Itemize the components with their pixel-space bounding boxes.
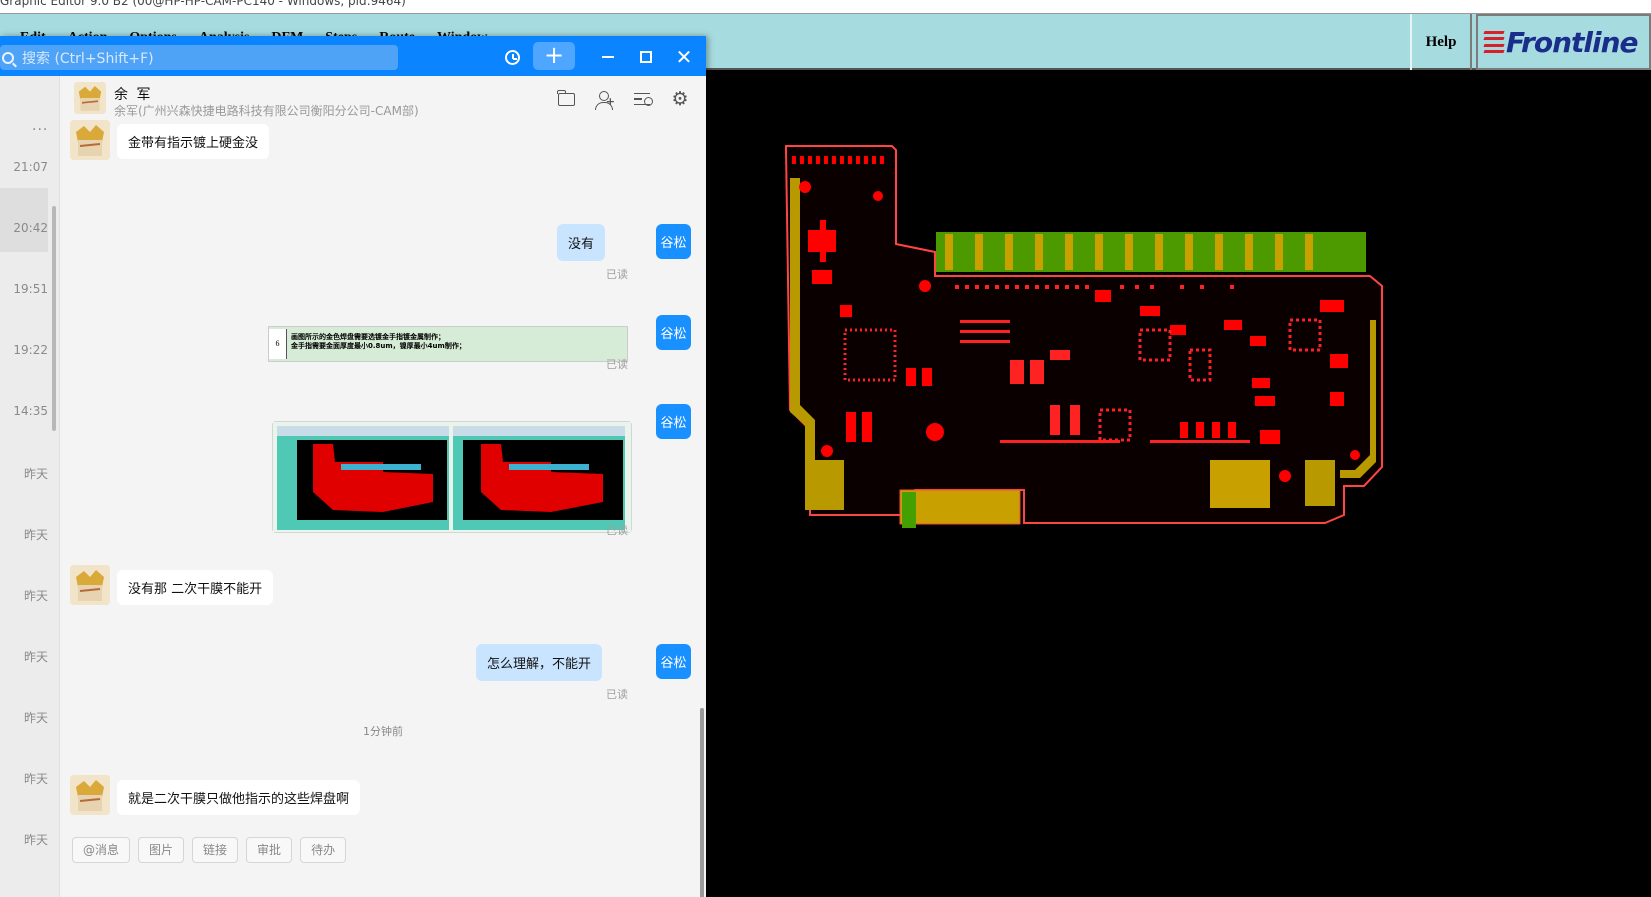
quick-action-todo[interactable]: 待办 <box>300 837 347 863</box>
frontline-logo: Frontline <box>1476 14 1651 70</box>
add-member-icon[interactable]: + <box>593 88 615 110</box>
message-list[interactable]: 金带有指示镀上硬金没 没有 谷松 已读 6 画图所示的金色焊盘需要选镀金手指镀金… <box>60 120 706 897</box>
search-history-icon[interactable] <box>631 88 653 110</box>
quick-action-mention[interactable]: @消息 <box>72 837 131 863</box>
cam-graphic-canvas[interactable] <box>705 70 1651 897</box>
session-time[interactable]: 昨天 <box>0 465 48 482</box>
session-time[interactable]: 19:22 <box>0 343 48 357</box>
session-time[interactable]: 昨天 <box>0 831 48 848</box>
session-time[interactable]: 19:51 <box>0 282 48 296</box>
doc-line: 金手指需要金面厚度最小0.8um，镍厚最小4um制作； <box>291 342 466 350</box>
cam-help-menu[interactable]: Help <box>1410 14 1472 70</box>
quick-action-image[interactable]: 图片 <box>138 837 185 863</box>
folder-icon[interactable] <box>555 88 577 110</box>
message-bubble-incoming[interactable]: 没有那 二次干膜不能开 <box>117 570 274 605</box>
contact-name: 余 军 <box>114 87 153 103</box>
pcb-board-graphic <box>785 145 1383 528</box>
more-icon[interactable]: ··· <box>32 122 48 138</box>
maximize-icon[interactable] <box>632 44 660 70</box>
quick-action-approval[interactable]: 审批 <box>246 837 293 863</box>
add-button[interactable]: + <box>533 42 575 70</box>
quick-action-bar: @消息 图片 链接 审批 待办 <box>72 837 347 863</box>
chat-header: 余 军 余军(广州兴森快捷电路科技有限公司衡阳分公司-CAM部) + ⚙ <box>60 76 706 128</box>
frontline-logo-text: Frontline <box>1506 25 1639 59</box>
doc-text: 画图所示的金色焊盘需要选镀金手指镀金属制作； 金手指需要金面厚度最小0.8um，… <box>291 333 466 351</box>
my-avatar[interactable]: 谷松 <box>656 644 691 679</box>
frontline-logo-icon <box>1483 31 1505 53</box>
message-bubble-outgoing[interactable]: 没有 <box>557 224 606 261</box>
image-message-document[interactable]: 6 画图所示的金色焊盘需要选镀金手指镀金属制作； 金手指需要金面厚度最小0.8u… <box>268 326 628 362</box>
my-avatar[interactable]: 谷松 <box>656 404 691 439</box>
chat-window: 搜索 (Ctrl+Shift+F) + ✕ ··· 21:07 20:42 19… <box>0 36 706 897</box>
cam-window-title: Graphic Editor 9.0 B2 (00@HP-HP-CAM-PC14… <box>0 0 406 8</box>
session-time[interactable]: 14:35 <box>0 404 48 418</box>
gear-icon[interactable]: ⚙ <box>669 88 691 110</box>
my-avatar[interactable]: 谷松 <box>656 315 691 350</box>
session-time[interactable]: 昨天 <box>0 709 48 726</box>
message-bubble-incoming[interactable]: 就是二次干膜只做他指示的这些焊盘啊 <box>117 780 361 815</box>
contact-avatar[interactable] <box>74 82 106 114</box>
desktop: Graphic Editor 9.0 B2 (00@HP-HP-CAM-PC14… <box>0 0 1651 897</box>
session-time[interactable]: 昨天 <box>0 770 48 787</box>
session-list-rail: ··· 21:07 20:42 19:51 19:22 14:35 昨天 昨天 … <box>0 76 60 897</box>
search-icon <box>2 51 14 64</box>
screenshot-thumbnail <box>273 422 631 532</box>
search-input[interactable]: 搜索 (Ctrl+Shift+F) <box>0 45 398 70</box>
session-time[interactable]: 昨天 <box>0 526 48 543</box>
quick-action-link[interactable]: 链接 <box>192 837 239 863</box>
doc-line: 画图所示的金色焊盘需要选镀金手指镀金属制作； <box>291 333 445 341</box>
search-placeholder: 搜索 (Ctrl+Shift+F) <box>22 50 154 67</box>
read-receipt: 已读 <box>606 358 628 371</box>
history-icon[interactable] <box>498 44 526 70</box>
session-scrollbar[interactable] <box>52 206 56 431</box>
image-message-screenshot[interactable] <box>272 421 632 533</box>
message-scrollbar[interactable] <box>700 708 704 897</box>
doc-row-number: 6 <box>269 329 287 359</box>
close-icon[interactable]: ✕ <box>670 44 698 70</box>
cam-window-titlebar: Graphic Editor 9.0 B2 (00@HP-HP-CAM-PC14… <box>0 0 1651 14</box>
read-receipt: 已读 <box>606 688 628 701</box>
session-time[interactable]: 昨天 <box>0 587 48 604</box>
read-receipt: 已读 <box>606 524 628 537</box>
chat-top-bar: 搜索 (Ctrl+Shift+F) + ✕ <box>0 36 706 76</box>
contact-organization: 余军(广州兴森快捷电路科技有限公司衡阳分公司-CAM部) <box>114 104 419 118</box>
session-time[interactable]: 昨天 <box>0 648 48 665</box>
read-receipt: 已读 <box>606 268 628 281</box>
minimize-icon[interactable] <box>594 44 622 70</box>
sender-avatar[interactable] <box>70 565 110 605</box>
my-avatar[interactable]: 谷松 <box>656 224 691 259</box>
session-time[interactable]: 20:42 <box>0 221 48 235</box>
time-separator: 1分钟前 <box>363 725 403 738</box>
sender-avatar[interactable] <box>70 120 110 160</box>
message-bubble-incoming[interactable]: 金带有指示镀上硬金没 <box>117 124 270 159</box>
sender-avatar[interactable] <box>70 775 110 815</box>
message-bubble-outgoing[interactable]: 怎么理解，不能开 <box>476 644 603 681</box>
session-time: 21:07 <box>13 160 48 174</box>
session-item-selected[interactable] <box>0 188 48 252</box>
